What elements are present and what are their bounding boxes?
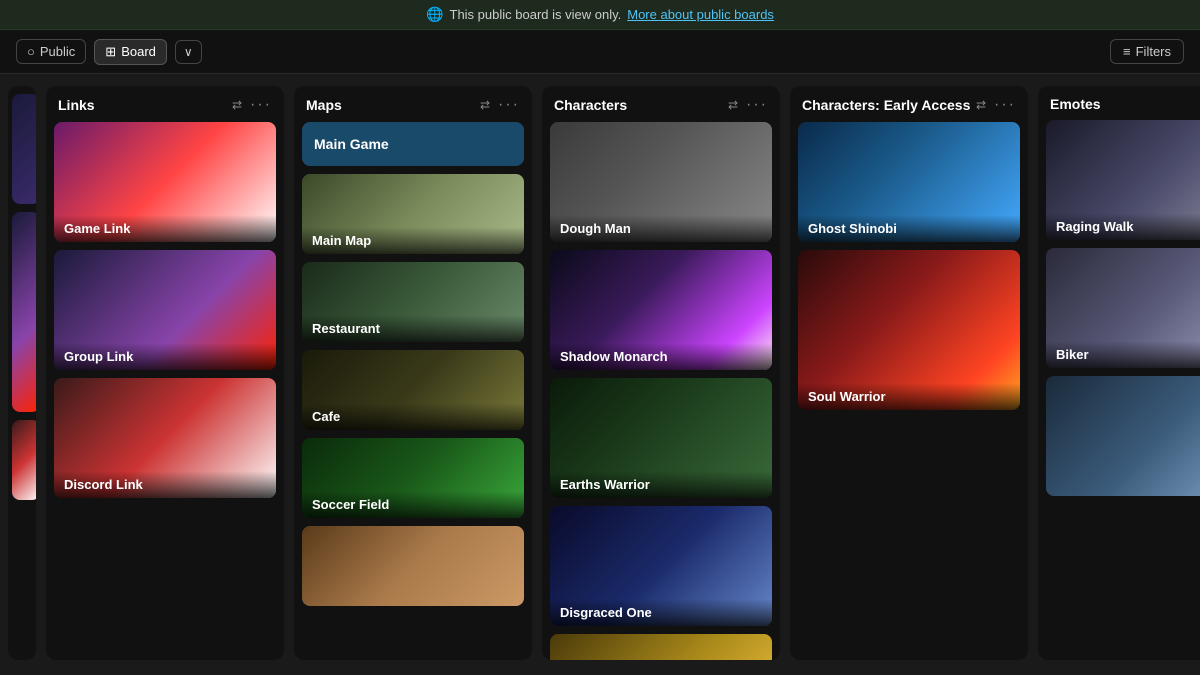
column-body-maps: Main Game Main Map Restaurant Cafe Socce… [294,122,532,660]
filters-label: Filters [1136,44,1171,59]
card-label-ghost-shinobi: Ghost Shinobi [798,215,1020,242]
partial-card-1 [12,94,36,204]
column-title-links: Links [58,97,95,113]
card-soccer-field[interactable]: Soccer Field [302,438,524,518]
column-header-emotes: Emotes [1038,86,1200,120]
column-body-links: Game Link Group Link Discord Link [46,122,284,660]
board-icon: ⊞ [105,44,116,60]
more-options-early[interactable]: ··· [994,96,1016,114]
card-label-restaurant: Restaurant [302,315,524,342]
card-shadow-monarch[interactable]: Shadow Monarch [550,250,772,370]
card-label-discord-link: Discord Link [54,471,276,498]
public-label: Public [40,44,75,59]
card-label-main-map: Main Map [302,227,524,254]
notification-static: This public board is view only. [450,7,622,22]
column-header-maps: Maps ⇄ ··· [294,86,532,122]
column-title-early: Characters: Early Access [802,97,970,113]
board-label: Board [121,44,156,59]
card-label-group-link: Group Link [54,343,276,370]
main-game-label: Main Game [314,136,389,152]
expand-icon-maps[interactable]: ⇄ [480,98,490,112]
column-header-early: Characters: Early Access ⇄ ··· [790,86,1028,122]
expand-icon-early[interactable]: ⇄ [976,98,986,112]
more-options-maps[interactable]: ··· [498,96,520,114]
card-discord-link[interactable]: Discord Link [54,378,276,498]
public-globe-icon: ○ [27,44,35,59]
toolbar: ○ Public ⊞ Board ∨ ≡ Filters [0,30,1200,74]
card-label-earths-warrior: Earths Warrior [550,471,772,498]
expand-icon-characters[interactable]: ⇄ [728,98,738,112]
toolbar-right: ≡ Filters [1110,39,1184,64]
card-disgraced-one[interactable]: Disgraced One [550,506,772,626]
card-earths-warrior[interactable]: Earths Warrior [550,378,772,498]
column-body-emotes: Raging Walk Biker [1038,120,1200,660]
notification-link[interactable]: More about public boards [627,7,774,22]
globe-icon: 🌐 [426,6,443,23]
card-main-game[interactable]: Main Game [302,122,524,166]
card-label-shadow-monarch: Shadow Monarch [550,343,772,370]
card-biker[interactable]: Biker [1046,248,1200,368]
card-map-extra[interactable] [302,526,524,606]
filter-icon: ≡ [1123,44,1131,59]
column-header-links: Links ⇄ ··· [46,86,284,122]
card-label-biker: Biker [1046,341,1200,368]
partial-card-3 [12,420,36,500]
column-body-characters: Dough Man Shadow Monarch Earths Warrior … [542,122,780,660]
card-label-disgraced-one: Disgraced One [550,599,772,626]
card-label-soccer-field: Soccer Field [302,491,524,518]
column-header-characters: Characters ⇄ ··· [542,86,780,122]
column-links: Links ⇄ ··· Game Link Group Link Discord… [46,86,284,660]
column-body-early: Ghost Shinobi Soul Warrior [790,122,1028,660]
column-characters: Characters ⇄ ··· Dough Man Shadow Monarc… [542,86,780,660]
column-characters-early: Characters: Early Access ⇄ ··· Ghost Shi… [790,86,1028,660]
card-label-soul-warrior: Soul Warrior [798,383,1020,410]
card-raging-walk[interactable]: Raging Walk [1046,120,1200,240]
card-label-dough-man: Dough Man [550,215,772,242]
partial-card-2 [12,212,36,412]
card-dough-man[interactable]: Dough Man [550,122,772,242]
card-game-link[interactable]: Game Link [54,122,276,242]
card-restaurant[interactable]: Restaurant [302,262,524,342]
card-emote-extra[interactable] [1046,376,1200,496]
board-area: Links ⇄ ··· Game Link Group Link Discord… [0,74,1200,672]
card-group-link[interactable]: Group Link [54,250,276,370]
more-options-characters[interactable]: ··· [746,96,768,114]
card-menacing-vampire[interactable]: Menacing Vampire [550,634,772,660]
card-label-raging-walk: Raging Walk [1046,213,1200,240]
public-button[interactable]: ○ Public [16,39,86,64]
card-ghost-shinobi[interactable]: Ghost Shinobi [798,122,1020,242]
more-options-links[interactable]: ··· [250,96,272,114]
column-emotes: Emotes Raging Walk Biker [1038,86,1200,660]
notification-bar: 🌐 This public board is view only. More a… [0,0,1200,30]
chevron-down-button[interactable]: ∨ [175,40,202,64]
column-title-emotes: Emotes [1050,96,1101,112]
partial-left-column [8,86,36,660]
card-label-cafe: Cafe [302,403,524,430]
column-title-characters: Characters [554,97,627,113]
filters-button[interactable]: ≡ Filters [1110,39,1184,64]
chevron-down-icon: ∨ [184,45,193,59]
card-soul-warrior[interactable]: Soul Warrior [798,250,1020,410]
expand-icon-links[interactable]: ⇄ [232,98,242,112]
card-main-map[interactable]: Main Map [302,174,524,254]
card-label-game-link: Game Link [54,215,276,242]
column-title-maps: Maps [306,97,342,113]
card-cafe[interactable]: Cafe [302,350,524,430]
column-maps: Maps ⇄ ··· Main Game Main Map Restaurant… [294,86,532,660]
toolbar-left: ○ Public ⊞ Board ∨ [16,39,202,65]
board-button[interactable]: ⊞ Board [94,39,167,65]
